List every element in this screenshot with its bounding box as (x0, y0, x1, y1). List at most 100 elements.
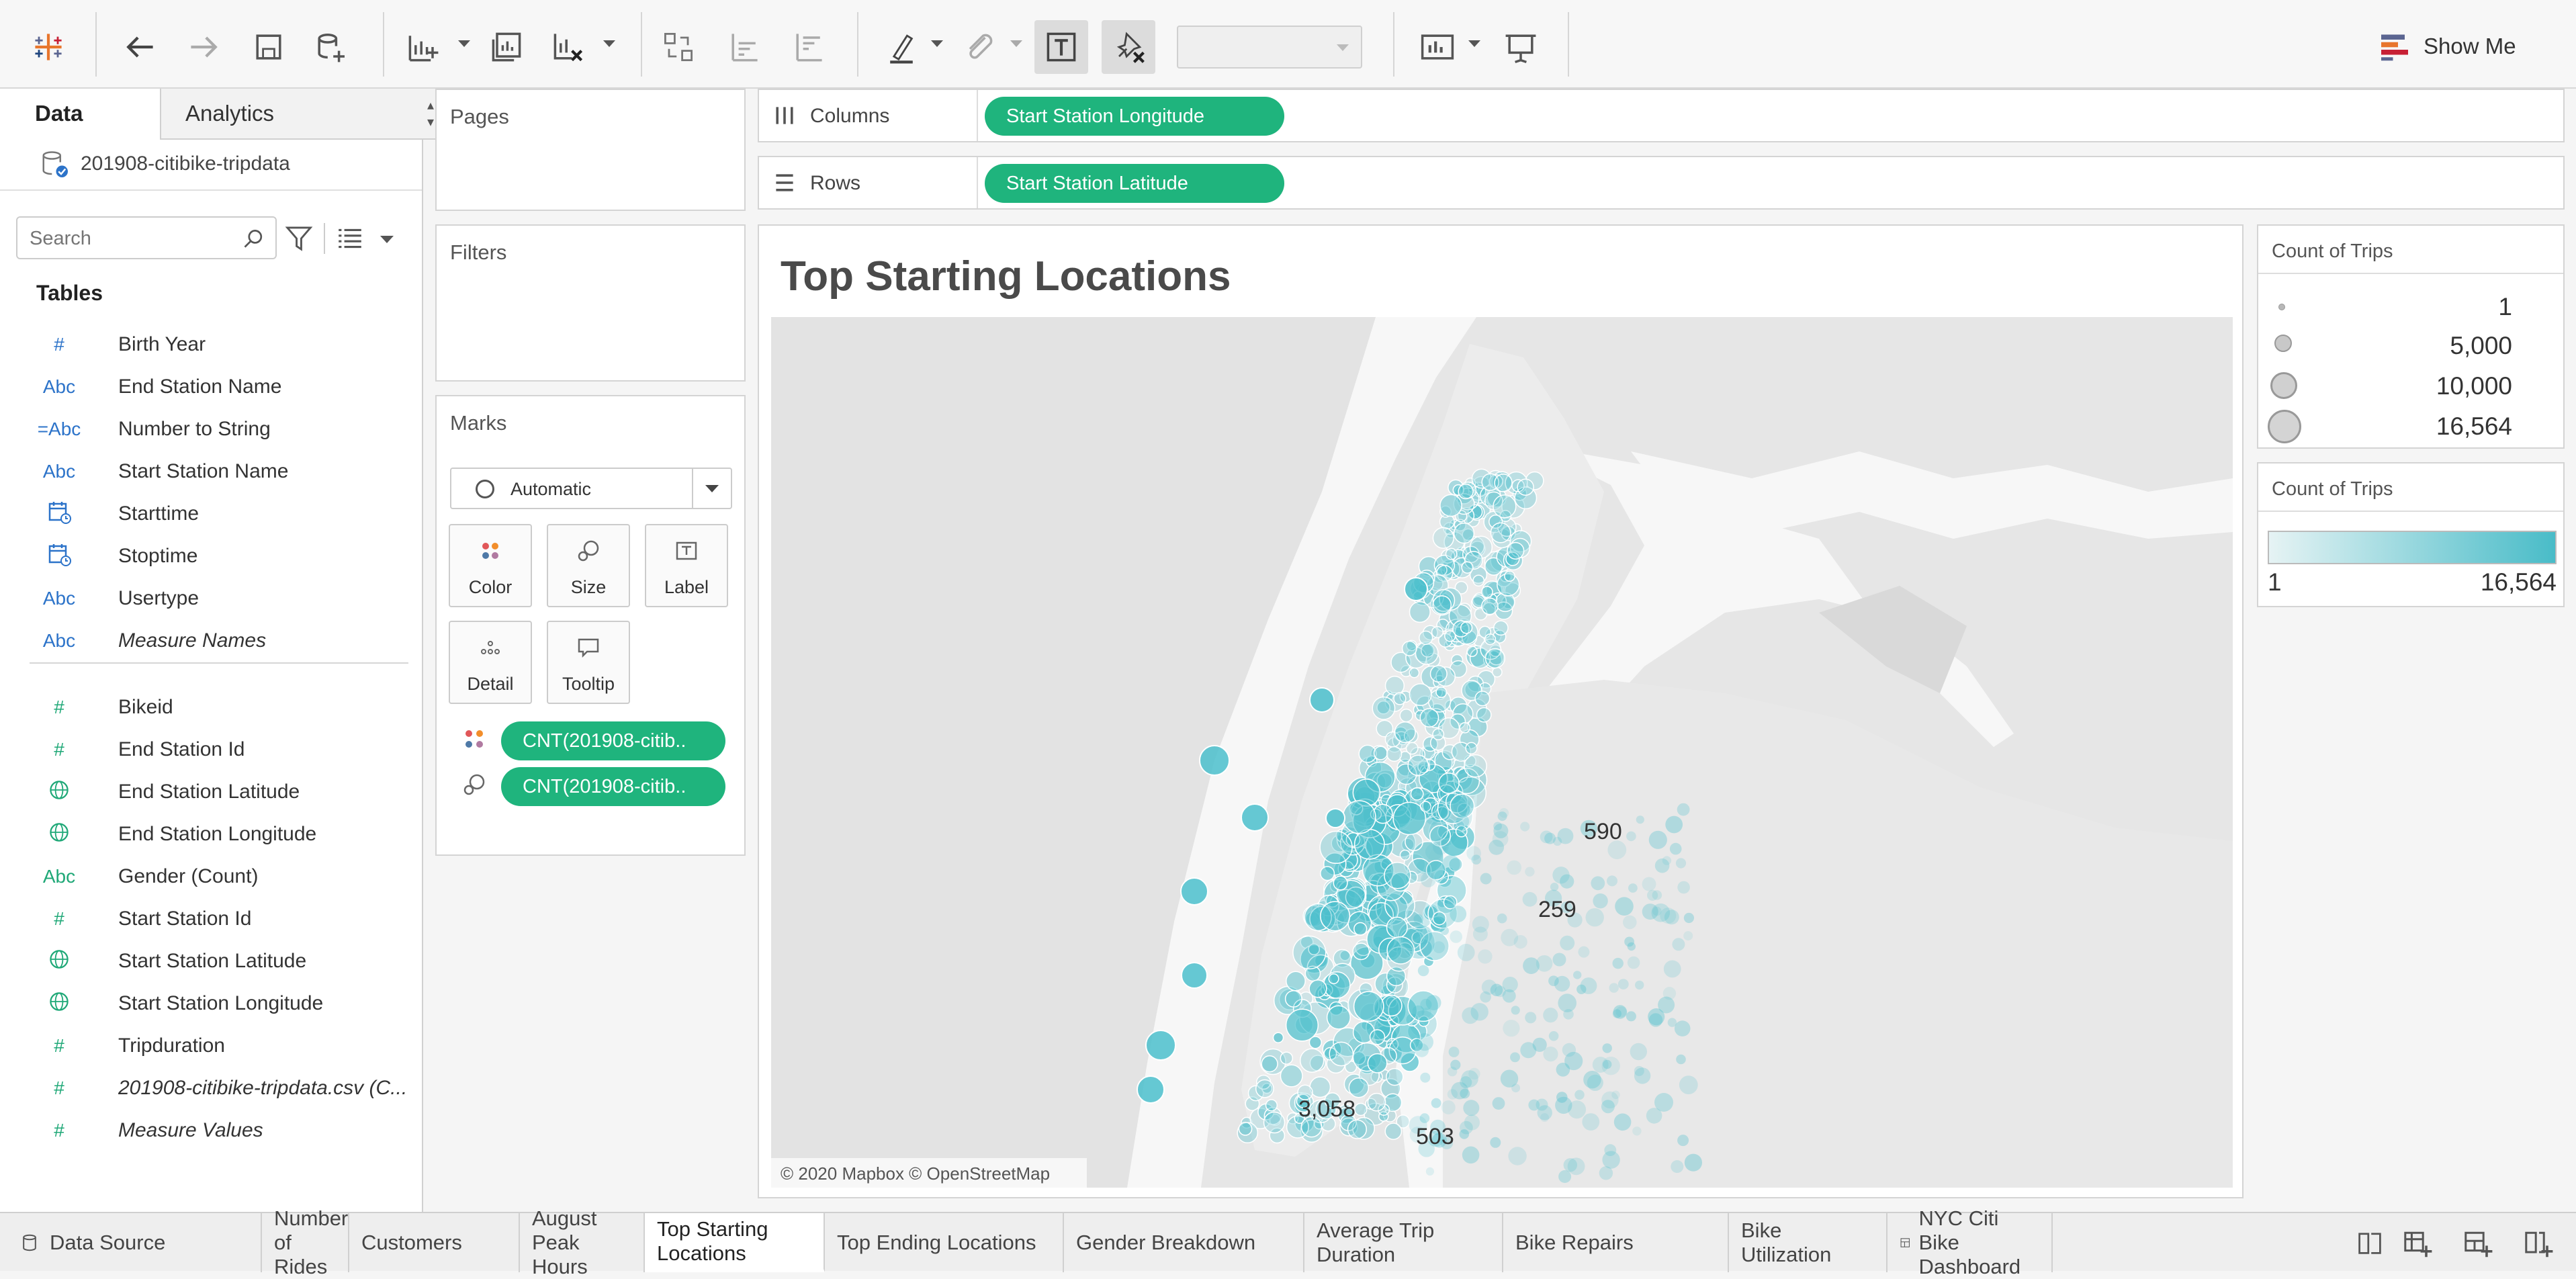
station-bubble[interactable] (1399, 708, 1413, 723)
sheet-tab-bike-repairs[interactable]: Bike Repairs (1503, 1213, 1729, 1272)
station-bubble[interactable] (1409, 667, 1420, 678)
station-bubble[interactable] (1591, 876, 1605, 891)
station-bubble[interactable] (1421, 872, 1436, 887)
station-bubble[interactable] (1272, 1032, 1284, 1043)
station-bubble[interactable] (1285, 1008, 1319, 1042)
station-bubble-large[interactable] (1309, 687, 1335, 713)
station-bubble[interactable] (1679, 1075, 1698, 1094)
station-bubble[interactable] (1373, 746, 1388, 760)
station-bubble[interactable] (1348, 1077, 1370, 1098)
station-bubble[interactable] (1460, 1088, 1470, 1099)
station-bubble[interactable] (1484, 648, 1506, 669)
station-bubble[interactable] (1520, 1042, 1537, 1059)
station-bubble[interactable] (1413, 914, 1423, 924)
station-bubble[interactable] (1667, 1018, 1677, 1027)
station-bubble[interactable] (1648, 1008, 1665, 1026)
sheet-tab-bike-utilization[interactable]: Bike Utilization (1729, 1213, 1887, 1272)
station-bubble[interactable] (1525, 1012, 1537, 1024)
station-bubble[interactable] (1462, 1146, 1480, 1164)
sheet-tab-number-of-rides[interactable]: Number of Rides (262, 1206, 349, 1278)
station-bubble[interactable] (1369, 1029, 1386, 1045)
station-bubble[interactable] (1613, 1005, 1628, 1019)
station-bubble[interactable] (1367, 1092, 1386, 1112)
station-bubble[interactable] (1669, 842, 1682, 855)
search-input[interactable] (28, 224, 226, 253)
station-bubble[interactable] (1372, 696, 1396, 720)
view-options-dropdown-icon[interactable] (380, 236, 394, 243)
station-bubble[interactable] (1409, 683, 1432, 707)
columns-pill-longitude[interactable]: Start Station Longitude (985, 97, 1284, 136)
station-bubble[interactable] (1574, 1090, 1585, 1100)
station-bubble[interactable] (1552, 953, 1566, 967)
new-dashboard-tab-icon[interactable] (2462, 1228, 2495, 1260)
station-bubble[interactable] (1353, 1102, 1368, 1116)
station-bubble[interactable] (1582, 1113, 1600, 1131)
sheet-tab-august-peak-hours[interactable]: August Peak Hours (520, 1206, 645, 1278)
show-mark-labels-icon[interactable] (1034, 20, 1088, 74)
station-bubble[interactable] (1481, 979, 1497, 995)
measure-201908-citibike-tripdata-csv-c[interactable]: #201908-citibike-tripdata.csv (C... (0, 1067, 416, 1109)
station-bubble[interactable] (1292, 935, 1327, 970)
dimension-measure-names[interactable]: Abc Measure Names (0, 620, 416, 662)
sheet-tab-nyc-citi-bike-dashboard[interactable]: NYC Citi Bike Dashboard (1887, 1206, 2053, 1278)
station-bubble[interactable] (1676, 1054, 1686, 1065)
station-bubble-large[interactable] (1404, 577, 1428, 601)
station-bubble[interactable] (1522, 891, 1538, 907)
station-bubble[interactable] (1386, 746, 1403, 762)
station-bubble[interactable] (1445, 547, 1458, 560)
station-bubble[interactable] (1320, 866, 1335, 881)
station-bubble[interactable] (1386, 1067, 1404, 1086)
measure-start-station-latitude[interactable]: Start Station Latitude (0, 940, 416, 982)
station-bubble[interactable] (1501, 928, 1519, 946)
station-bubble[interactable] (1503, 1020, 1520, 1037)
station-bubble[interactable] (1461, 561, 1474, 574)
station-bubble[interactable] (1613, 1113, 1632, 1131)
station-bubble[interactable] (1602, 1151, 1620, 1169)
station-bubble[interactable] (1652, 906, 1662, 916)
station-bubble[interactable] (1508, 1147, 1527, 1165)
station-bubble[interactable] (1471, 854, 1482, 865)
station-bubble[interactable] (1450, 906, 1467, 922)
station-bubble[interactable] (1502, 989, 1516, 1003)
station-bubble-large[interactable] (1199, 745, 1230, 776)
station-bubble[interactable] (1563, 1158, 1577, 1172)
station-bubble[interactable] (1504, 570, 1515, 582)
station-bubble[interactable] (1419, 630, 1433, 646)
station-bubble[interactable] (1333, 875, 1348, 891)
station-bubble[interactable] (1347, 1119, 1368, 1139)
station-bubble[interactable] (1543, 1047, 1558, 1062)
station-bubble[interactable] (1432, 728, 1445, 741)
station-bubble[interactable] (1386, 936, 1415, 965)
station-bubble[interactable] (1472, 916, 1489, 933)
station-bubble[interactable] (1429, 664, 1448, 683)
station-bubble[interactable] (1425, 843, 1443, 861)
station-bubble[interactable] (1478, 949, 1493, 964)
station-bubble[interactable] (1497, 913, 1507, 924)
station-bubble[interactable] (1494, 474, 1513, 492)
station-bubble[interactable] (1286, 971, 1306, 991)
station-bubble[interactable] (1255, 1079, 1274, 1098)
station-bubble[interactable] (1308, 979, 1327, 998)
dimension-stoptime[interactable]: Stoptime (0, 535, 416, 577)
station-bubble[interactable] (1675, 858, 1687, 869)
station-bubble[interactable] (1677, 881, 1690, 894)
station-bubble[interactable] (1420, 1072, 1431, 1083)
station-bubble[interactable] (1525, 867, 1535, 877)
station-bubble[interactable] (1472, 574, 1485, 587)
station-bubble[interactable] (1465, 742, 1478, 754)
tableau-logo-icon[interactable] (21, 20, 75, 74)
station-bubble[interactable] (1415, 641, 1439, 665)
station-bubble[interactable] (1419, 1113, 1430, 1123)
station-bubble[interactable] (1431, 625, 1444, 639)
presentation-mode-icon[interactable] (1494, 20, 1548, 74)
station-bubble[interactable] (1265, 1099, 1278, 1112)
new-story-icon[interactable] (2355, 1228, 2385, 1258)
station-bubble[interactable] (1372, 803, 1393, 824)
station-bubble[interactable] (1663, 960, 1681, 978)
station-bubble[interactable] (1635, 980, 1644, 990)
station-bubble[interactable] (1484, 633, 1497, 646)
station-bubble[interactable] (1447, 1089, 1458, 1100)
sheet-tab-average-trip-duration[interactable]: Average Trip Duration (1304, 1213, 1503, 1272)
station-bubble[interactable] (1453, 797, 1470, 814)
station-bubble[interactable] (1423, 803, 1432, 813)
